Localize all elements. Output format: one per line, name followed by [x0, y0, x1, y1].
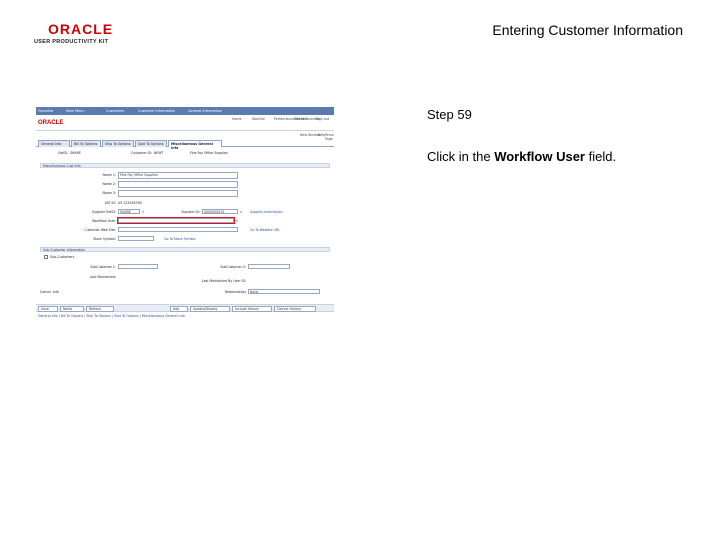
- name3-field[interactable]: [118, 190, 238, 197]
- logo-sub: USER PRODUCTIVITY KIT: [34, 39, 109, 45]
- subcust-checkbox[interactable]: [44, 255, 48, 259]
- tab-sold-to[interactable]: Sold To Options: [135, 140, 167, 147]
- page-toolbar: New Window Help Personalize Page: [36, 131, 334, 141]
- step-label: Step 59: [427, 107, 472, 122]
- section-misc-cust-info: Miscellaneous Cust Info: [40, 163, 330, 168]
- supplier-setid-field[interactable]: SHARE: [118, 209, 140, 214]
- appnav-home[interactable]: Home: [232, 117, 241, 121]
- section-subcust-info: Sub-Customer Information: [40, 247, 330, 252]
- notify-button[interactable]: Notify: [60, 306, 84, 312]
- web-site-link[interactable]: Go To Website URL: [250, 228, 280, 232]
- supplier-id-label: Supplier ID:: [181, 210, 200, 214]
- customer-name-value: Fine Fay Office Supplies: [190, 151, 228, 155]
- web-site-field[interactable]: [118, 227, 238, 232]
- include-history-button[interactable]: Include History: [232, 306, 272, 312]
- nav-customer-info[interactable]: Customer Information: [138, 109, 175, 113]
- setid-value: SHARE: [70, 151, 81, 155]
- instruction-field-name: Workflow User: [494, 149, 585, 164]
- workflow-user-label: Workflow User:: [92, 219, 116, 223]
- refresh-button[interactable]: Refresh: [86, 306, 114, 312]
- footer-tab-links[interactable]: General Info | Bill To Options | Ship To…: [38, 314, 185, 318]
- appnav-signout[interactable]: Sign out: [316, 117, 329, 121]
- stock-symbol-field[interactable]: [118, 236, 154, 241]
- vat-value: US 123456789: [118, 201, 142, 205]
- name1-field[interactable]: Fine Fay Office Supplies: [118, 172, 238, 179]
- setid-label: SetID:: [58, 151, 68, 155]
- supplier-setid-label: Supplier SetID:: [92, 210, 116, 214]
- relationships-label: Relationships: [224, 290, 246, 294]
- instruction-text: Click in the Workflow User field.: [427, 149, 616, 164]
- workflow-user-lookup-icon[interactable]: ⌕: [236, 219, 240, 223]
- subcust2-field[interactable]: [248, 264, 290, 269]
- name2-label: Name 2:: [102, 182, 116, 186]
- save-button[interactable]: Save: [38, 306, 58, 312]
- workflow-user-highlight: [117, 217, 235, 224]
- relationships-select[interactable]: None: [248, 289, 320, 294]
- last-maintained-by-label: Last Maintained By User ID:: [201, 279, 246, 283]
- tab-misc-general-info[interactable]: Miscellaneous General Info: [168, 140, 222, 150]
- name2-field[interactable]: [118, 181, 238, 188]
- brand-bar: ORACLE Home Worklist Performance Monitor…: [36, 115, 334, 131]
- tab-ship-to[interactable]: Ship To Options: [102, 140, 134, 147]
- correct-history-button[interactable]: Correct History: [274, 306, 316, 312]
- consol-info-link[interactable]: Consol. Info: [40, 290, 59, 294]
- supplier-id-lookup-icon[interactable]: ⌕: [240, 210, 244, 214]
- customer-id-label: Customer ID:: [131, 151, 152, 155]
- top-navigation: Favorites Main Menu Customers Customer I…: [36, 107, 334, 115]
- web-site-label: Customer Web Site:: [84, 228, 116, 232]
- add-button[interactable]: Add: [170, 306, 188, 312]
- supplier-setid-lookup-icon[interactable]: ⌕: [142, 210, 146, 214]
- tab-general-info[interactable]: General Info: [38, 140, 70, 147]
- nav-favorites[interactable]: Favorites: [38, 109, 53, 113]
- subcust1-field[interactable]: [118, 264, 158, 269]
- nav-general-info[interactable]: General Information: [188, 109, 222, 113]
- button-bar: Save Notify Refresh Add Update/Display I…: [36, 304, 334, 312]
- app-screenshot: Favorites Main Menu Customers Customer I…: [36, 107, 334, 321]
- oracle-logo: ORACLE: [38, 120, 64, 126]
- stock-symbol-link[interactable]: Go To Stock Symbol: [164, 237, 196, 241]
- subcust-checkbox-label: Sub-Customers: [50, 255, 75, 259]
- stock-symbol-label: Stock Symbol:: [93, 237, 116, 241]
- oracle-upk-logo: ORACLE USER PRODUCTIVITY KIT: [34, 22, 126, 45]
- page-title: Entering Customer Information: [492, 22, 683, 38]
- logo-main: ORACLE: [48, 21, 114, 37]
- instruction-before: Click in the: [427, 149, 495, 164]
- name1-label: Name 1:: [102, 173, 116, 177]
- subcust2-label: SubCustomer 2:: [220, 265, 246, 269]
- vat-label: VAT ID:: [104, 201, 116, 205]
- supplier-info-link[interactable]: Supplier Information: [250, 210, 283, 214]
- tab-bill-to[interactable]: Bill To Options: [71, 140, 101, 147]
- supplier-id-field[interactable]: 0000000015: [202, 209, 238, 214]
- customer-id-value: NEWT: [154, 151, 164, 155]
- instruction-after: field.: [584, 149, 617, 164]
- subcust1-label: SubCustomer 1:: [90, 265, 116, 269]
- appnav-worklist[interactable]: Worklist: [252, 117, 265, 121]
- name3-label: Name 3:: [102, 191, 116, 195]
- nav-customers[interactable]: Customers: [106, 109, 124, 113]
- tab-bar: General Info Bill To Options Ship To Opt…: [36, 139, 334, 150]
- update-display-button[interactable]: Update/Display: [190, 306, 230, 312]
- last-maintained-label: Last Maintained:: [89, 275, 116, 279]
- nav-main-menu[interactable]: Main Menu: [66, 109, 84, 113]
